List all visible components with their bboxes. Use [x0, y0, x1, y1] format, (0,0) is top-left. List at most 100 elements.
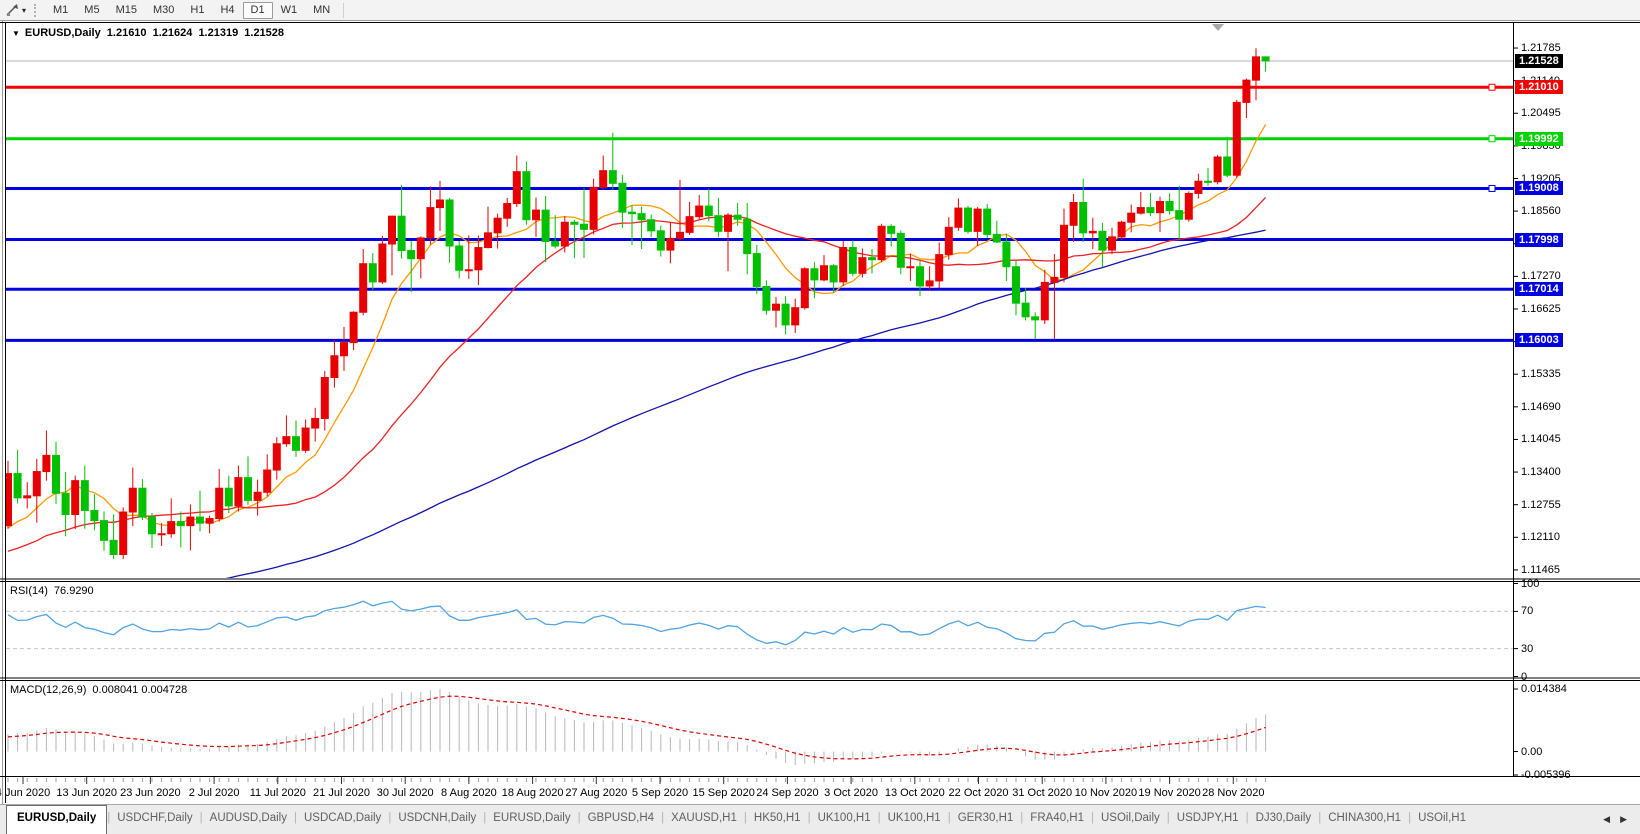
- ohlc-close: 1.21528: [244, 27, 284, 39]
- date-axis-label: 2 Jul 2020: [189, 787, 240, 799]
- hline-price-tag: 1.19992: [1515, 132, 1563, 146]
- price-axis-tick: 1.15335: [1521, 368, 1561, 380]
- toolbar-dropdown-caret-icon[interactable]: ▾: [22, 6, 26, 15]
- macd-main-value: 0.008041: [92, 684, 138, 696]
- price-axis-tick: 1.14690: [1521, 401, 1561, 413]
- hline-marker[interactable]: [1489, 136, 1495, 142]
- main-pane[interactable]: [5, 48, 1514, 628]
- candles[interactable]: [5, 48, 1270, 559]
- macd-label: MACD(12,26,9): [10, 684, 86, 696]
- toolbar-separator: [343, 3, 344, 18]
- current-price-tag: 1.21528: [1515, 54, 1563, 68]
- tab-scroll-right-icon[interactable]: ▶: [1615, 814, 1632, 825]
- rsi-axis-tick: 100: [1521, 578, 1539, 590]
- hline-marker[interactable]: [1489, 185, 1495, 191]
- rsi-axis-tick: 0: [1521, 671, 1527, 683]
- tab-usdcad-daily[interactable]: USDCAD,Daily: [297, 805, 388, 834]
- rsi-line: [8, 601, 1266, 645]
- tab-scroll-arrows: ◀ ▶: [1598, 805, 1640, 834]
- date-axis-label: 8 Aug 2020: [441, 787, 497, 799]
- timeframe-button-m1[interactable]: M1: [45, 2, 76, 19]
- tab-fra40-h1[interactable]: FRA40,H1: [1023, 805, 1091, 834]
- tab-china300-h1[interactable]: CHINA300,H1: [1321, 805, 1408, 834]
- trendline-icon[interactable]: [3, 2, 21, 18]
- tab-gbpusd-h4[interactable]: GBPUSD,H4: [581, 805, 661, 834]
- date-axis-label: 30 Jul 2020: [377, 787, 434, 799]
- chart-dropdown-icon[interactable]: ▼: [12, 29, 20, 38]
- date-axis-label: 13 Oct 2020: [885, 787, 945, 799]
- rsi-pane-label: RSI(14) 76.9290: [10, 585, 94, 597]
- rsi-label: RSI(14): [10, 585, 48, 597]
- timeframe-button-h1[interactable]: H1: [182, 2, 212, 19]
- tab-usdchf-daily[interactable]: USDCHF,Daily: [110, 805, 199, 834]
- macd-axis-tick: 0.014384: [1521, 683, 1567, 695]
- price-axis-tick: 1.20495: [1521, 107, 1561, 119]
- ohlc-low: 1.21319: [198, 27, 238, 39]
- top-toolbar: ▾ M1M5M15M30H1H4D1W1MN: [0, 0, 1640, 20]
- price-axis-tick: 1.12110: [1521, 531, 1560, 543]
- macd-signal-line: [8, 696, 1266, 759]
- chart-symbol-period: EURUSD,Daily: [25, 27, 101, 39]
- date-axis-label: 22 Oct 2020: [949, 787, 1009, 799]
- tab-usoil-daily[interactable]: USOil,Daily: [1094, 805, 1167, 834]
- hline-price-tag: 1.19008: [1515, 181, 1563, 195]
- price-axis-tick: 1.12755: [1521, 499, 1561, 511]
- date-axis-label: 10 Nov 2020: [1075, 787, 1137, 799]
- hline-marker[interactable]: [1489, 84, 1495, 90]
- ma-line-8: [8, 125, 1266, 529]
- timeframe-button-h4[interactable]: H4: [212, 2, 242, 19]
- timeframe-button-mn[interactable]: MN: [305, 2, 338, 19]
- hline-price-tag: 1.16003: [1515, 333, 1563, 347]
- price-axis-tick: 1.11465: [1521, 564, 1560, 576]
- macd-pane-label: MACD(12,26,9) 0.008041 0.004728: [10, 684, 187, 696]
- tab-uk100-h1[interactable]: UK100,H1: [881, 805, 948, 834]
- tab-audusd-daily[interactable]: AUDUSD,Daily: [203, 805, 294, 834]
- tab-eurusd-daily[interactable]: EURUSD,Daily: [6, 805, 107, 834]
- macd-signal-value: 0.004728: [141, 684, 187, 696]
- date-axis-label: 13 Jun 2020: [56, 787, 117, 799]
- price-axis-tick: 1.17270: [1521, 270, 1561, 282]
- tab-eurusd-daily[interactable]: EURUSD,Daily: [486, 805, 577, 834]
- price-axis-tick: 1.21785: [1521, 42, 1561, 54]
- date-axis-label: 11 Jul 2020: [250, 787, 306, 799]
- tab-hk50-h1[interactable]: HK50,H1: [747, 805, 808, 834]
- hline-price-tag: 1.17998: [1515, 233, 1563, 247]
- timeframe-button-m5[interactable]: M5: [76, 2, 107, 19]
- chart-title: ▼ EURUSD,Daily 1.21610 1.21624 1.21319 1.…: [12, 27, 287, 39]
- date-axis-label: 19 Nov 2020: [1138, 787, 1200, 799]
- hline-price-tag: 1.21010: [1515, 80, 1563, 94]
- tab-ger30-h1[interactable]: GER30,H1: [951, 805, 1021, 834]
- tab-scroll-left-icon[interactable]: ◀: [1598, 814, 1615, 825]
- date-axis-label: 21 Jul 2020: [313, 787, 370, 799]
- timeframe-button-d1[interactable]: D1: [243, 2, 273, 19]
- rsi-axis-tick: 70: [1521, 605, 1533, 617]
- timeframe-button-m15[interactable]: M15: [108, 2, 145, 19]
- chart-canvas[interactable]: [0, 0, 1640, 833]
- date-axis-label: 3 Oct 2020: [824, 787, 878, 799]
- toolbar-grip[interactable]: [34, 4, 39, 17]
- chart-shift-triangle[interactable]: [1212, 24, 1224, 31]
- tab-uk100-h1[interactable]: UK100,H1: [811, 805, 878, 834]
- date-axis-label: 23 Jun 2020: [120, 787, 181, 799]
- rsi-value: 76.9290: [54, 585, 94, 597]
- date-axis-label: 18 Aug 2020: [502, 787, 564, 799]
- rsi-axis-tick: 30: [1521, 643, 1533, 655]
- timeframe-button-w1[interactable]: W1: [273, 2, 306, 19]
- ohlc-high: 1.21624: [153, 27, 193, 39]
- ohlc-open: 1.21610: [107, 27, 147, 39]
- rsi-pane[interactable]: [6, 601, 1513, 648]
- tab-usdcnh-daily[interactable]: USDCNH,Daily: [391, 805, 483, 834]
- date-axis-label: 27 Aug 2020: [565, 787, 627, 799]
- macd-pane[interactable]: [8, 689, 1266, 765]
- tab-xauusd-h1[interactable]: XAUUSD,H1: [664, 805, 744, 834]
- tab-usdjpy-h1[interactable]: USDJPY,H1: [1170, 805, 1246, 834]
- tab-dj30-daily[interactable]: DJ30,Daily: [1249, 805, 1319, 834]
- price-axis-tick: 1.14045: [1521, 433, 1561, 445]
- date-axis-label: 15 Sep 2020: [692, 787, 754, 799]
- timeframe-button-m30[interactable]: M30: [145, 2, 182, 19]
- ma-line-25: [8, 197, 1266, 551]
- price-axis-tick: 1.18560: [1521, 205, 1561, 217]
- tab-usoil-h1[interactable]: USOil,H1: [1411, 805, 1473, 834]
- date-axis-label: 5 Sep 2020: [632, 787, 688, 799]
- macd-axis-tick: -0.005396: [1521, 769, 1571, 781]
